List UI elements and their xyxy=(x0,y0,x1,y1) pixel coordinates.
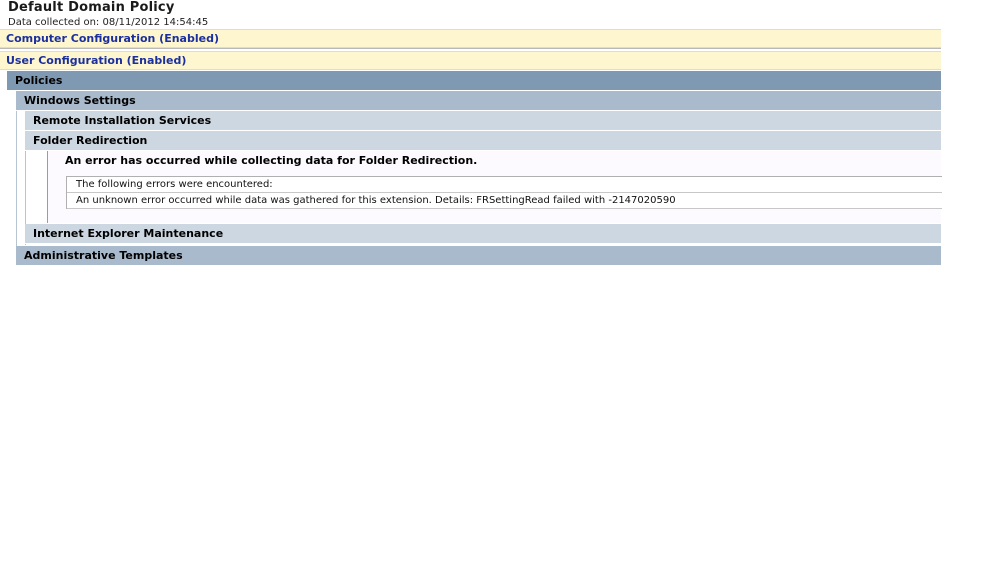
user-configuration-header[interactable]: User Configuration (Enabled) xyxy=(0,51,941,70)
data-collected-timestamp: Data collected on: 08/11/2012 14:54:45 xyxy=(8,17,209,28)
windows-settings-header[interactable]: Windows Settings xyxy=(16,91,941,111)
computer-configuration-header[interactable]: Computer Configuration (Enabled) xyxy=(0,29,941,48)
internet-explorer-maintenance-header[interactable]: Internet Explorer Maintenance xyxy=(25,224,941,244)
policies-header[interactable]: Policies xyxy=(7,71,941,91)
section-divider xyxy=(0,48,941,49)
error-heading: An error has occurred while collecting d… xyxy=(65,154,478,167)
remote-installation-services-header[interactable]: Remote Installation Services xyxy=(25,111,941,131)
tree-indent-guide xyxy=(16,91,17,266)
error-detail-row: An unknown error occurred while data was… xyxy=(67,193,942,209)
errors-intro-row: The following errors were encountered: xyxy=(67,177,942,193)
administrative-templates-header[interactable]: Administrative Templates xyxy=(16,246,941,266)
error-table: The following errors were encountered: A… xyxy=(66,176,942,209)
page-title: Default Domain Policy xyxy=(8,0,175,15)
folder-redirection-error-panel: An error has occurred while collecting d… xyxy=(47,151,942,223)
folder-redirection-header[interactable]: Folder Redirection xyxy=(25,131,941,151)
